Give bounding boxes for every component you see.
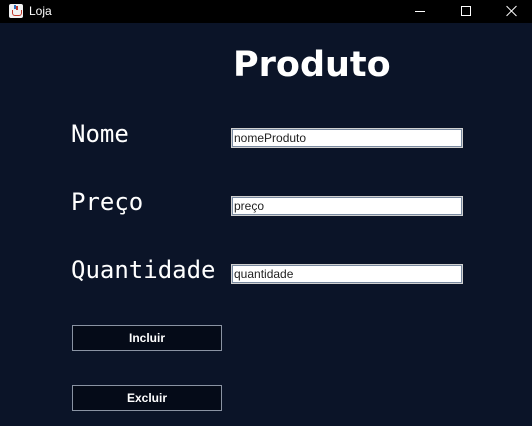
- form-heading: Produto: [233, 45, 391, 85]
- excluir-button[interactable]: Excluir: [72, 385, 222, 411]
- maximize-icon: [461, 6, 471, 16]
- quantidade-label: Quantidade: [71, 256, 216, 284]
- nome-input[interactable]: [231, 128, 463, 148]
- title-bar[interactable]: Loja: [0, 0, 532, 23]
- java-cup-icon: [9, 4, 23, 18]
- minimize-button[interactable]: [397, 0, 443, 23]
- preco-label: Preço: [71, 188, 144, 216]
- nome-label: Nome: [71, 120, 129, 148]
- maximize-button[interactable]: [443, 0, 489, 23]
- quantidade-input[interactable]: [231, 264, 463, 284]
- close-button[interactable]: [489, 0, 532, 23]
- close-icon: [506, 5, 518, 17]
- minimize-icon: [415, 11, 425, 12]
- window-title: Loja: [29, 4, 52, 18]
- app-window: Loja Produto Nome Preço Quantidade Inclu…: [0, 0, 532, 426]
- preco-input[interactable]: [231, 196, 463, 216]
- incluir-button[interactable]: Incluir: [72, 325, 222, 351]
